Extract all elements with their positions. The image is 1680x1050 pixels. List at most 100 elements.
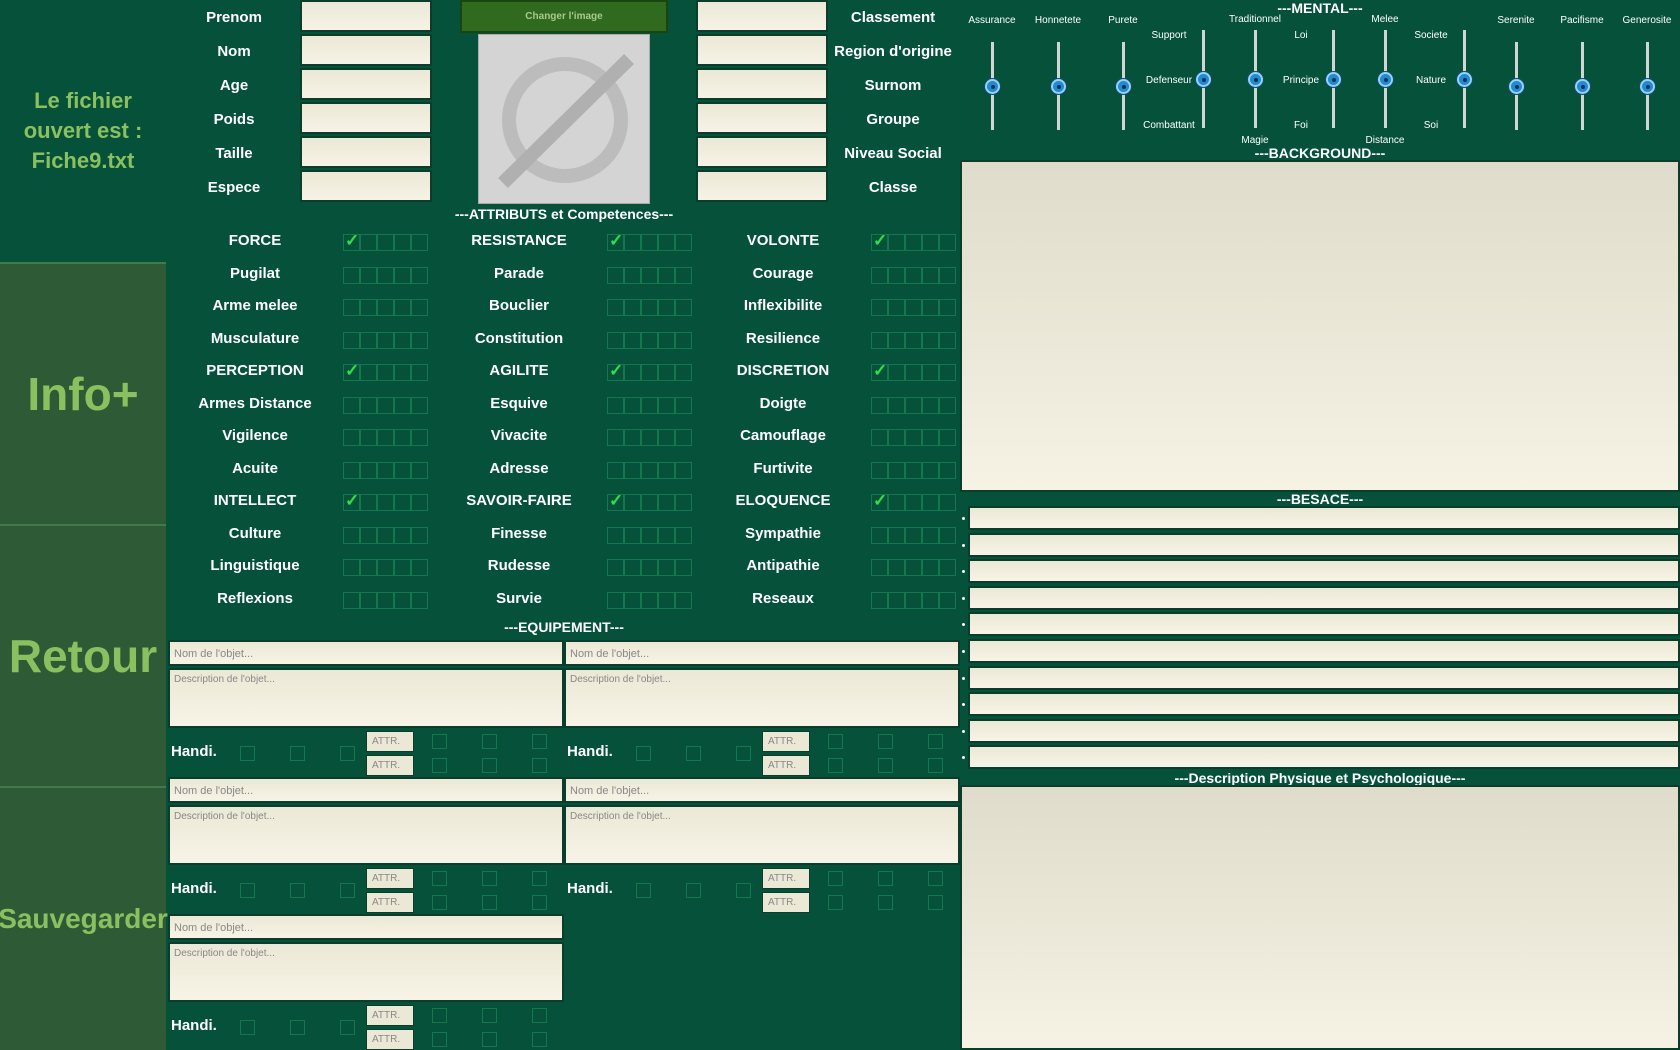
level-checkbox[interactable]: [607, 462, 624, 479]
attr-checkbox[interactable]: [432, 871, 447, 886]
level-checkbox[interactable]: [939, 332, 956, 349]
level-checkbox[interactable]: [360, 429, 377, 446]
attr-checkbox[interactable]: [532, 734, 547, 749]
level-checkbox[interactable]: [675, 332, 692, 349]
level-checkbox[interactable]: [343, 231, 360, 251]
level-checkbox[interactable]: [871, 491, 888, 511]
level-checkbox[interactable]: [888, 462, 905, 479]
level-checkbox[interactable]: [394, 299, 411, 316]
level-checkbox[interactable]: [411, 332, 428, 349]
level-checkbox[interactable]: [888, 234, 905, 251]
level-checkbox[interactable]: [360, 397, 377, 414]
level-checkbox[interactable]: [871, 559, 888, 576]
level-checkbox[interactable]: [922, 559, 939, 576]
item-attr-input[interactable]: ATTR.: [366, 892, 414, 913]
level-checkbox[interactable]: [905, 527, 922, 544]
slider-knob[interactable]: [1575, 79, 1590, 94]
level-checkbox[interactable]: [922, 364, 939, 381]
level-checkbox[interactable]: [411, 559, 428, 576]
level-checkbox[interactable]: [377, 494, 394, 511]
handicap-checkbox[interactable]: [686, 883, 701, 898]
level-checkbox[interactable]: [607, 397, 624, 414]
level-checkbox[interactable]: [377, 527, 394, 544]
level-checkbox[interactable]: [641, 234, 658, 251]
level-checkbox[interactable]: [607, 267, 624, 284]
attr-checkbox[interactable]: [532, 871, 547, 886]
description-textarea[interactable]: [960, 785, 1680, 1050]
level-checkbox[interactable]: [939, 397, 956, 414]
identity-input[interactable]: [300, 102, 432, 134]
level-checkbox[interactable]: [411, 364, 428, 381]
attr-checkbox[interactable]: [828, 871, 843, 886]
level-checkbox[interactable]: [658, 364, 675, 381]
level-checkbox[interactable]: [411, 429, 428, 446]
identity-input[interactable]: [300, 68, 432, 100]
level-checkbox[interactable]: [377, 364, 394, 381]
level-checkbox[interactable]: [922, 429, 939, 446]
level-checkbox[interactable]: [411, 462, 428, 479]
attr-checkbox[interactable]: [878, 871, 893, 886]
level-checkbox[interactable]: [607, 332, 624, 349]
level-checkbox[interactable]: [360, 267, 377, 284]
level-checkbox[interactable]: [888, 527, 905, 544]
level-checkbox[interactable]: [607, 559, 624, 576]
level-checkbox[interactable]: [888, 364, 905, 381]
level-checkbox[interactable]: [624, 234, 641, 251]
level-checkbox[interactable]: [888, 332, 905, 349]
level-checkbox[interactable]: [922, 234, 939, 251]
background-textarea[interactable]: [960, 160, 1680, 492]
level-checkbox[interactable]: [675, 397, 692, 414]
level-checkbox[interactable]: [939, 234, 956, 251]
handicap-checkbox[interactable]: [240, 1020, 255, 1035]
level-checkbox[interactable]: [888, 592, 905, 609]
level-checkbox[interactable]: [360, 299, 377, 316]
besace-item-input[interactable]: [968, 745, 1680, 770]
attr-checkbox[interactable]: [432, 1032, 447, 1047]
slider-knob[interactable]: [1457, 72, 1472, 87]
level-checkbox[interactable]: [675, 494, 692, 511]
level-checkbox[interactable]: [658, 397, 675, 414]
slider-knob[interactable]: [1509, 79, 1524, 94]
item-description-textarea[interactable]: Description de l'objet...: [168, 805, 564, 865]
level-checkbox[interactable]: [905, 462, 922, 479]
item-attr-input[interactable]: ATTR.: [762, 892, 810, 913]
level-checkbox[interactable]: [607, 231, 624, 251]
attr-checkbox[interactable]: [482, 734, 497, 749]
identity-input[interactable]: [696, 136, 828, 168]
level-checkbox[interactable]: [394, 494, 411, 511]
level-checkbox[interactable]: [360, 559, 377, 576]
attr-checkbox[interactable]: [928, 758, 943, 773]
attr-checkbox[interactable]: [878, 895, 893, 910]
attr-checkbox[interactable]: [928, 895, 943, 910]
level-checkbox[interactable]: [905, 267, 922, 284]
level-checkbox[interactable]: [343, 361, 360, 381]
level-checkbox[interactable]: [377, 592, 394, 609]
level-checkbox[interactable]: [905, 234, 922, 251]
level-checkbox[interactable]: [922, 494, 939, 511]
item-attr-input[interactable]: ATTR.: [762, 755, 810, 776]
level-checkbox[interactable]: [394, 332, 411, 349]
level-checkbox[interactable]: [624, 494, 641, 511]
slider-knob[interactable]: [1196, 72, 1211, 87]
level-checkbox[interactable]: [641, 332, 658, 349]
level-checkbox[interactable]: [675, 559, 692, 576]
level-checkbox[interactable]: [394, 397, 411, 414]
attr-checkbox[interactable]: [432, 1008, 447, 1023]
item-attr-input[interactable]: ATTR.: [366, 755, 414, 776]
attr-checkbox[interactable]: [482, 895, 497, 910]
attr-checkbox[interactable]: [482, 1032, 497, 1047]
item-attr-input[interactable]: ATTR.: [762, 731, 810, 752]
level-checkbox[interactable]: [658, 332, 675, 349]
handicap-checkbox[interactable]: [340, 746, 355, 761]
level-checkbox[interactable]: [658, 234, 675, 251]
level-checkbox[interactable]: [411, 397, 428, 414]
attr-checkbox[interactable]: [928, 871, 943, 886]
level-checkbox[interactable]: [343, 491, 360, 511]
attr-checkbox[interactable]: [828, 758, 843, 773]
level-checkbox[interactable]: [641, 397, 658, 414]
attr-checkbox[interactable]: [432, 895, 447, 910]
level-checkbox[interactable]: [641, 592, 658, 609]
level-checkbox[interactable]: [871, 361, 888, 381]
level-checkbox[interactable]: [922, 299, 939, 316]
level-checkbox[interactable]: [377, 429, 394, 446]
